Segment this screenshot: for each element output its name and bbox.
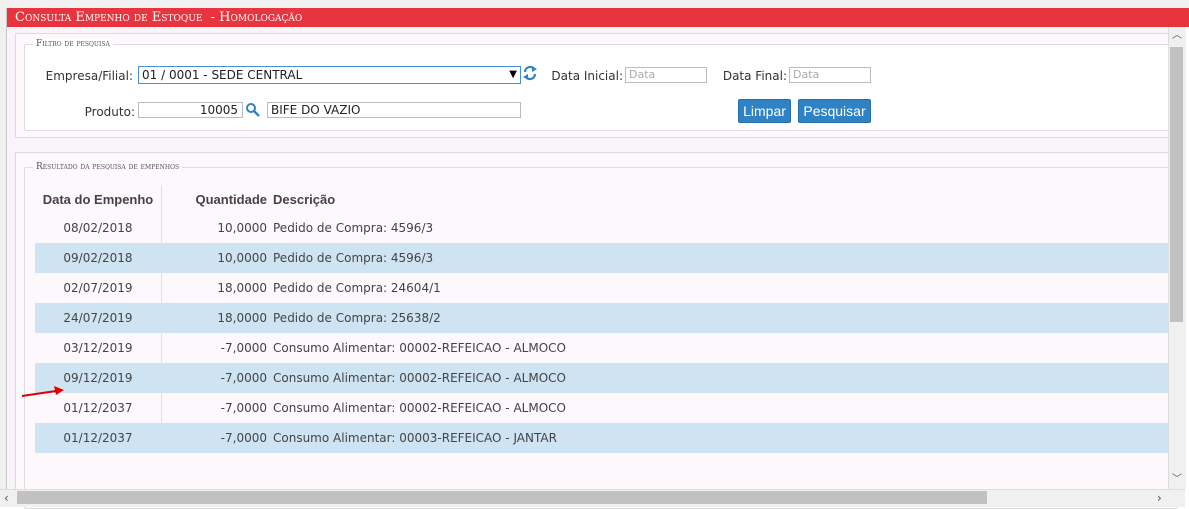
table-row[interactable]: 24/07/2019 18,0000 Pedido de Compra: 256… [35,303,1177,333]
cell-data: 09/02/2018 [35,243,162,273]
empresa-select[interactable]: 01 / 0001 - SEDE CENTRAL ▼ [138,66,521,84]
results-panel: Resultado da pesquisa de empenhos Data d… [15,152,1178,509]
data-final-placeholder: Data [793,68,820,81]
cell-quantidade: -7,0000 [161,423,270,453]
cell-quantidade: 10,0000 [217,221,267,235]
cell-quantidade: 18,0000 [217,281,267,295]
vertical-scrollbar-thumb[interactable] [1170,47,1183,322]
chevron-right-icon[interactable]: › [1157,492,1162,504]
filter-panel: Filtro de pesquisa Empresa/Filial: 01 / … [15,33,1178,138]
table-row[interactable]: 01/12/2037 -7,0000 Consumo Alimentar: 00… [35,393,1177,423]
data-inicial-label: Data Inicial: [551,69,623,83]
cell-quantidade: -7,0000 [220,341,267,355]
table-row[interactable]: 02/07/2019 18,0000 Pedido de Compra: 246… [35,273,1177,303]
cell-data: 01/12/2037 [35,423,162,453]
window-title: Consulta Empenho de Estoque - Homologaçã… [7,8,1189,27]
results-legend: Resultado da pesquisa de empenhos [33,162,183,172]
cell-data: 02/07/2019 [35,273,162,303]
cell-data: 24/07/2019 [35,303,162,333]
cell-descricao: Pedido de Compra: 4596/3 [273,221,434,235]
table-row[interactable]: 03/12/2019 -7,0000 Consumo Alimentar: 00… [35,333,1177,363]
chevron-down-icon[interactable]: ﹀ [1172,474,1182,486]
produto-desc-input[interactable]: BIFE DO VAZIO [267,102,521,118]
empresa-select-value: 01 / 0001 - SEDE CENTRAL [142,68,303,82]
table-row[interactable]: 08/02/2018 10,0000 Pedido de Compra: 459… [35,213,1177,243]
window-left-strip [0,8,7,496]
cell-descricao: Pedido de Compra: 4596/3 [270,243,1177,273]
table-row[interactable]: 09/12/2019 -7,0000 Consumo Alimentar: 00… [35,363,1177,393]
filter-legend: Filtro de pesquisa [33,39,113,49]
table-row[interactable]: 01/12/2037 -7,0000 Consumo Alimentar: 00… [35,423,1177,453]
cell-data: 03/12/2019 [35,333,162,363]
search-icon[interactable] [245,102,261,121]
limpar-button[interactable]: Limpar [738,99,791,123]
red-arrow-icon [20,386,66,403]
data-final-label: Data Final: [722,69,787,83]
pesquisar-button[interactable]: Pesquisar [798,99,871,123]
filter-fieldset: Filtro de pesquisa Empresa/Filial: 01 / … [24,39,1178,131]
produto-code-input[interactable]: 10005 [138,102,243,118]
header-data[interactable]: Data do Empenho [35,185,162,213]
chevron-up-icon[interactable]: ︿ [1172,30,1182,42]
empresa-label: Empresa/Filial: [45,69,133,83]
cell-descricao: Consumo Alimentar: 00002-REFEICAO - ALMO… [273,341,566,355]
cell-quantidade: 18,0000 [161,303,270,333]
produto-desc-value: BIFE DO VAZIO [271,103,361,117]
data-inicial-placeholder: Data [629,68,656,81]
cell-descricao: Pedido de Compra: 24604/1 [273,281,441,295]
header-quantidade[interactable]: Quantidade [161,185,270,213]
cell-descricao: Consumo Alimentar: 00002-REFEICAO - ALMO… [273,401,566,415]
cell-data: 08/02/2018 [35,213,162,243]
cell-descricao: Pedido de Compra: 25638/2 [270,303,1177,333]
cell-descricao: Consumo Alimentar: 00002-REFEICAO - ALMO… [270,363,1177,393]
produto-label: Produto: [84,105,135,119]
cell-descricao: Consumo Alimentar: 00003-REFEICAO - JANT… [270,423,1177,453]
results-fieldset: Resultado da pesquisa de empenhos Data d… [24,162,1178,509]
cell-quantidade: -7,0000 [220,401,267,415]
cell-quantidade: 10,0000 [161,243,270,273]
produto-code-value: 10005 [199,103,238,117]
cell-quantidade: -7,0000 [161,363,270,393]
data-final-input[interactable]: Data [789,67,871,83]
table-row[interactable]: 09/02/2018 10,0000 Pedido de Compra: 459… [35,243,1177,273]
results-table: Data do Empenho Quantidade Descrição 08/… [35,185,1177,453]
chevron-left-icon[interactable]: ‹ [4,492,9,504]
data-inicial-input[interactable]: Data [625,67,707,83]
refresh-icon[interactable] [522,64,538,85]
horizontal-scrollbar-thumb[interactable] [17,491,987,504]
header-descricao[interactable]: Descrição [270,185,1177,213]
table-header-row: Data do Empenho Quantidade Descrição [35,185,1177,213]
main-content: Filtro de pesquisa Empresa/Filial: 01 / … [7,27,1178,509]
chevron-down-icon: ▼ [509,69,517,80]
